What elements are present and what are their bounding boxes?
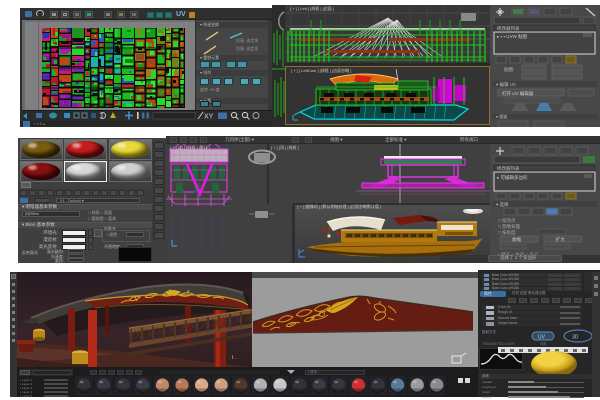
- svg-text:UV: UV: [538, 335, 546, 341]
- svg-text:▾ 编辑 UV: ▾ 编辑 UV: [496, 81, 516, 88]
- svg-text:修改器列表: 修改器列表: [497, 25, 520, 32]
- svg-text:▾ 通道: ▾ 通道: [496, 113, 507, 119]
- svg-text:□ 按顶点: □ 按顶点: [498, 217, 516, 224]
- svg-text:□ 忽略背面: □ 忽略背面: [498, 223, 520, 230]
- svg-text:修改器列表: 修改器列表: [497, 165, 520, 172]
- svg-text:打开 UV 编辑器: 打开 UV 编辑器: [502, 90, 534, 97]
- svg-text:扩大: 扩大: [556, 236, 565, 243]
- svg-text:▸ ▪ ▪ UVW 贴图: ▸ ▪ ▪ UVW 贴图: [497, 33, 527, 40]
- svg-text:▾ 选择: ▾ 选择: [496, 201, 509, 208]
- svg-text:收缩: 收缩: [512, 236, 521, 243]
- svg-text:XY: XY: [204, 114, 214, 121]
- svg-text:3D: 3D: [572, 335, 579, 341]
- svg-text:▸ 可编辑多边形: ▸ 可编辑多边形: [497, 174, 528, 181]
- svg-text:□ 按角度:: □ 按角度:: [498, 229, 517, 236]
- svg-text:. t .: . t .: [229, 355, 236, 361]
- svg-text:贴图:: 贴图:: [504, 66, 514, 73]
